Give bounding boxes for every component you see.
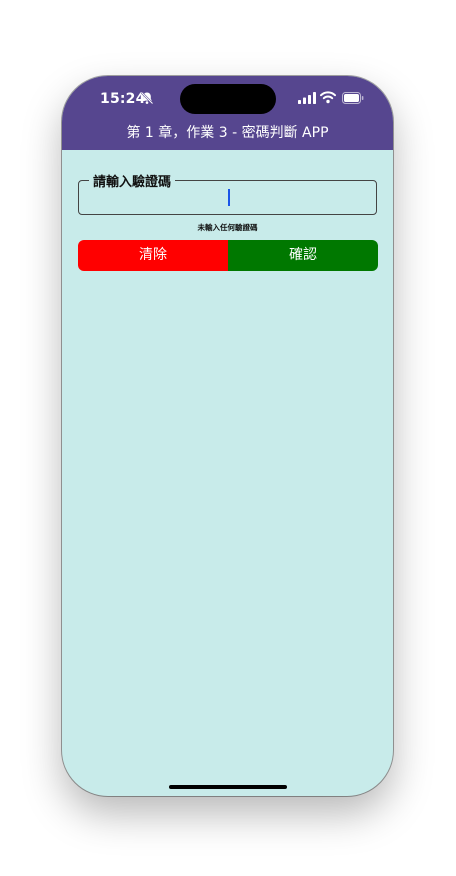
- app-title: 第 1 章，作業 3 - 密碼判斷 APP: [126, 125, 329, 141]
- battery-icon: [342, 92, 364, 104]
- wifi-icon: [320, 91, 336, 104]
- verification-code-label: 請輸入驗證碼: [89, 171, 176, 190]
- signal-icon: [298, 92, 316, 104]
- phone-screen: 15:24 第 1 章，作業 3 - 密碼判斷 APP 請輸入驗證碼 未輸入任何…: [62, 76, 393, 796]
- bell-slash-icon: [140, 91, 154, 105]
- clear-button[interactable]: 清除: [78, 240, 228, 271]
- app-bar: 15:24 第 1 章，作業 3 - 密碼判斷 APP: [62, 76, 393, 150]
- home-indicator[interactable]: [169, 785, 287, 789]
- verification-code-input[interactable]: 請輸入驗證碼: [78, 171, 377, 215]
- status-hint: 未輸入任何驗證碼: [197, 223, 258, 232]
- text-caret: [228, 189, 230, 206]
- confirm-button[interactable]: 確認: [228, 240, 378, 271]
- status-time: 15:24: [100, 91, 146, 107]
- dynamic-island: [180, 84, 276, 114]
